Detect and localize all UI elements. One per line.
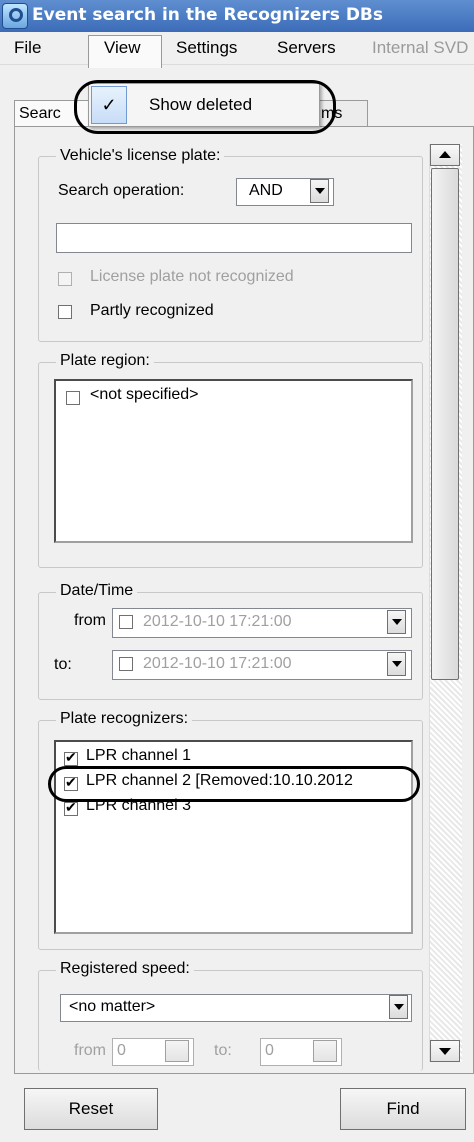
not-recognized-label: License plate not recognized — [90, 268, 294, 285]
list-item[interactable]: LPR channel 1 — [86, 747, 191, 765]
date-to-label: to: — [54, 656, 72, 673]
speed-mode-select[interactable]: <no matter> — [60, 994, 412, 1022]
find-button[interactable]: Find — [340, 1088, 466, 1130]
recognizer-checkbox[interactable] — [64, 749, 78, 766]
partly-recognized-label: Partly recognized — [90, 302, 214, 319]
search-operation-select[interactable]: AND — [236, 178, 334, 206]
date-from-value: 2012-10-10 17:21:00 — [143, 613, 292, 630]
list-item[interactable]: <not specified> — [90, 386, 199, 404]
not-recognized-checkbox — [58, 272, 72, 286]
scroll-up-button[interactable] — [430, 144, 460, 166]
registered-speed-legend: Registered speed: — [56, 960, 194, 978]
reset-button[interactable]: Reset — [24, 1088, 158, 1130]
date-to-checkbox[interactable] — [119, 657, 133, 671]
plate-region-legend: Plate region: — [56, 352, 154, 370]
calendar-dropdown-icon[interactable] — [387, 652, 406, 676]
search-app-icon — [2, 3, 28, 29]
menu-file[interactable]: File — [14, 38, 41, 58]
search-operation-label: Search operation: — [58, 182, 185, 199]
arrow-up-icon — [439, 151, 451, 158]
scroll-thumb[interactable] — [431, 168, 459, 680]
menu-settings[interactable]: Settings — [176, 38, 237, 58]
plate-region-list[interactable]: <not specified> — [54, 379, 413, 543]
arrow-down-icon — [439, 1048, 451, 1055]
date-from-label: from — [74, 612, 106, 629]
menu-view[interactable]: View — [104, 38, 141, 58]
chevron-down-icon[interactable] — [389, 995, 408, 1019]
spinner-icon[interactable] — [165, 1040, 189, 1062]
menu-internal-svd: Internal SVD — [372, 38, 469, 57]
menu-bar: File View Settings Servers Internal SVD — [0, 32, 474, 68]
speed-to-input[interactable]: 0 — [260, 1038, 342, 1066]
menu-servers[interactable]: Servers — [277, 38, 336, 58]
date-from-checkbox[interactable] — [119, 615, 133, 629]
speed-from-input[interactable]: 0 — [112, 1038, 194, 1066]
chevron-down-icon[interactable] — [310, 179, 329, 203]
recognizer-checkbox[interactable] — [64, 799, 78, 816]
plate-recognizers-legend: Plate recognizers: — [56, 710, 193, 728]
datetime-legend: Date/Time — [56, 582, 138, 600]
speed-from-label: from — [74, 1042, 106, 1059]
plate-number-input[interactable] — [56, 223, 412, 253]
highlight-ellipse — [48, 766, 420, 802]
spinner-icon[interactable] — [313, 1040, 337, 1062]
date-from-picker[interactable]: 2012-10-10 17:21:00 — [112, 608, 412, 638]
license-plate-legend: Vehicle's license plate: — [56, 147, 225, 165]
window-title: Event search in the Recognizers DBs — [32, 5, 384, 25]
title-bar: Event search in the Recognizers DBs — [0, 0, 474, 32]
calendar-dropdown-icon[interactable] — [387, 610, 406, 634]
partly-recognized-checkbox[interactable] — [58, 305, 72, 319]
plate-region-checkbox[interactable] — [66, 391, 80, 405]
highlight-ellipse — [74, 80, 336, 134]
date-to-value: 2012-10-10 17:21:00 — [143, 655, 292, 672]
scroll-down-button[interactable] — [430, 1040, 460, 1062]
speed-to-label: to: — [214, 1042, 232, 1059]
date-to-picker[interactable]: 2012-10-10 17:21:00 — [112, 650, 412, 680]
